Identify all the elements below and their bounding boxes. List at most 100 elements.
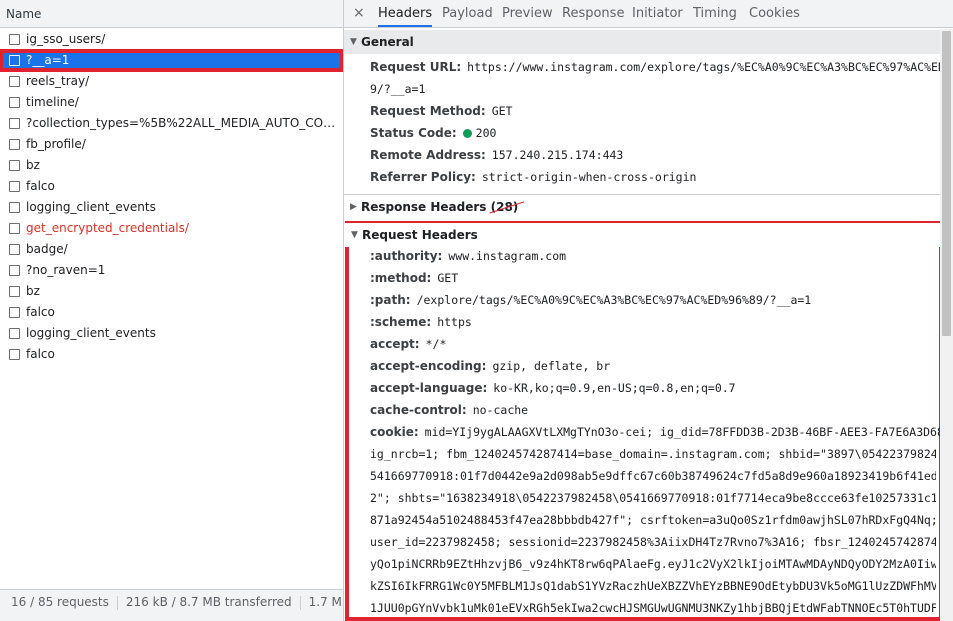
- remote-address-label: Remote Address:: [370, 148, 486, 162]
- accept-language-label: accept-language:: [370, 381, 488, 395]
- request-name: falco: [26, 347, 55, 361]
- cookie-label: cookie:: [370, 425, 419, 439]
- request-name: badge/: [26, 242, 68, 256]
- request-row[interactable]: ?collection_types=%5B%22ALL_MEDIA_AUTO_C…: [0, 113, 343, 134]
- request-details-panel: × Headers Payload Preview Response Initi…: [344, 0, 953, 621]
- request-method-value: GET: [491, 104, 513, 118]
- cookie-value-line: 541669770918:01f7d0442e9a2d098ab5e9dffc6…: [370, 469, 936, 483]
- tab-timing[interactable]: Timing: [693, 0, 737, 27]
- response-headers-title: Response Headers: [361, 200, 487, 214]
- request-row[interactable]: ?no_raven=1: [0, 260, 343, 281]
- authority-row: :authority: www.instagram.com: [370, 245, 940, 267]
- remote-address-row: Remote Address: 157.240.215.174:443: [370, 144, 940, 166]
- cookie-value-line: 2"; shbts="1638234918\0542237982458\0541…: [370, 491, 936, 505]
- request-row[interactable]: falco: [0, 176, 343, 197]
- request-row[interactable]: falco: [0, 344, 343, 365]
- network-status-bar: 16 / 85 requests 216 kB / 8.7 MB transfer…: [0, 589, 343, 621]
- request-row[interactable]: fb_profile/: [0, 134, 343, 155]
- accept-label: accept:: [370, 337, 420, 351]
- request-row[interactable]: bz: [0, 281, 343, 302]
- cookie-value-line: 871a92454a5102488453f47ea28bbbdb427f"; c…: [370, 513, 936, 527]
- request-row[interactable]: get_encrypted_credentials/: [0, 218, 343, 239]
- request-checkbox-icon[interactable]: [9, 244, 20, 255]
- name-column-header[interactable]: Name: [0, 0, 343, 28]
- accept-value: */*: [425, 337, 447, 351]
- request-headers-highlight-box: ▼ Request Headers :authority: www.instagr…: [345, 221, 940, 621]
- request-row[interactable]: logging_client_events: [0, 323, 343, 344]
- tab-response[interactable]: Response: [562, 0, 624, 27]
- authority-label: :authority:: [370, 249, 443, 263]
- cookie-row: cookie: mid=YIj9ygALAAGXVtLXMgTYnO3o-cei;…: [370, 421, 940, 443]
- request-method-label: Request Method:: [370, 104, 486, 118]
- resources-size: 1.7 MB / 14.: [308, 595, 343, 609]
- transferred-size: 216 kB / 8.7 MB transferred: [125, 595, 292, 609]
- status-code-label: Status Code:: [370, 126, 457, 140]
- path-value: /explore/tags/%EC%A0%9C%EC%A3%BC%EC%97%A…: [416, 293, 812, 307]
- request-name: falco: [26, 179, 55, 193]
- cookie-value-line: kZSI6IkFRRG1Wc0Y5MFBLM1JsQ1dabS1YVzRaczh…: [370, 579, 936, 593]
- cookie-value-line: mid=YIj9ygALAAGXVtLXMgTYnO3o-cei; ig_did…: [424, 425, 940, 439]
- details-tab-bar: × Headers Payload Preview Response Initi…: [344, 0, 953, 28]
- request-name: ?collection_types=%5B%22ALL_MEDIA_AUTO_C…: [26, 116, 339, 130]
- request-checkbox-icon[interactable]: [9, 286, 20, 297]
- request-name: ?no_raven=1: [26, 263, 106, 277]
- cache-control-value: no-cache: [472, 403, 529, 417]
- request-checkbox-icon[interactable]: [9, 328, 20, 339]
- general-section-header[interactable]: ▼ General: [344, 30, 940, 54]
- request-checkbox-icon[interactable]: [9, 307, 20, 318]
- request-row[interactable]: reels_tray/: [0, 71, 343, 92]
- scrollbar-thumb[interactable]: [942, 31, 951, 336]
- tab-headers[interactable]: Headers: [378, 0, 433, 27]
- cache-control-row: cache-control: no-cache: [370, 399, 940, 421]
- status-code-value: 200: [475, 126, 497, 140]
- request-row[interactable]: logging_client_events: [0, 197, 343, 218]
- request-checkbox-icon[interactable]: [9, 55, 20, 66]
- request-row[interactable]: timeline/: [0, 92, 343, 113]
- request-checkbox-icon[interactable]: [9, 181, 20, 192]
- cookie-value-line: 1JUU0pGYnVvbk1uMk01eEVxRGh5ekIwa2cwcHJSM…: [370, 601, 936, 615]
- headers-content: ▼ General Request URL: https://www.instag…: [344, 29, 940, 621]
- referrer-policy-label: Referrer Policy:: [370, 170, 476, 184]
- request-checkbox-icon[interactable]: [9, 349, 20, 360]
- request-checkbox-icon[interactable]: [9, 97, 20, 108]
- scheme-label: :scheme:: [370, 315, 432, 329]
- method-label: :method:: [370, 271, 432, 285]
- response-headers-section-header[interactable]: ▶ Response Headers (28): [344, 194, 940, 218]
- path-label: :path:: [370, 293, 411, 307]
- tab-payload[interactable]: Payload: [442, 0, 493, 27]
- details-scrollbar[interactable]: [940, 29, 953, 621]
- referrer-policy-row: Referrer Policy: strict-origin-when-cross…: [370, 166, 940, 188]
- tab-cookies[interactable]: Cookies: [749, 0, 800, 27]
- tab-initiator[interactable]: Initiator: [632, 0, 683, 27]
- collapsed-triangle-icon: ▶: [350, 202, 357, 212]
- cookie-value-line: user_id=2237982458; sessionid=2237982458…: [370, 535, 936, 549]
- remote-address-value: 157.240.215.174:443: [491, 148, 624, 162]
- referrer-policy-value: strict-origin-when-cross-origin: [481, 170, 697, 184]
- request-row[interactable]: badge/: [0, 239, 343, 260]
- request-name: ig_sso_users/: [26, 32, 106, 46]
- tab-preview[interactable]: Preview: [502, 0, 553, 27]
- cookie-value-line: yQo1piNCRRb9EZtHhzvjB6_v9z4hKT8rw6qPAlae…: [370, 557, 936, 571]
- request-checkbox-icon[interactable]: [9, 139, 20, 150]
- request-headers-section-header[interactable]: ▼ Request Headers: [345, 223, 940, 247]
- request-checkbox-icon[interactable]: [9, 223, 20, 234]
- request-checkbox-icon[interactable]: [9, 118, 20, 129]
- request-checkbox-icon[interactable]: [9, 265, 20, 276]
- accept-language-value: ko-KR,ko;q=0.9,en-US;q=0.8,en;q=0.7: [493, 381, 736, 395]
- request-row[interactable]: falco: [0, 302, 343, 323]
- request-row[interactable]: ig_sso_users/: [0, 29, 343, 50]
- request-checkbox-icon[interactable]: [9, 76, 20, 87]
- request-name: get_encrypted_credentials/: [26, 221, 189, 235]
- request-row[interactable]: ?__a=1: [0, 49, 343, 72]
- method-row: :method: GET: [370, 267, 940, 289]
- request-row[interactable]: bz: [0, 155, 343, 176]
- request-checkbox-icon[interactable]: [9, 160, 20, 171]
- accept-encoding-row: accept-encoding: gzip, deflate, br: [370, 355, 940, 377]
- accept-encoding-label: accept-encoding:: [370, 359, 487, 373]
- request-checkbox-icon[interactable]: [9, 202, 20, 213]
- close-icon[interactable]: ×: [353, 5, 365, 21]
- request-url-value: https://www.instagram.com/explore/tags/%…: [467, 60, 940, 74]
- authority-value: www.instagram.com: [448, 249, 567, 263]
- request-checkbox-icon[interactable]: [9, 34, 20, 45]
- request-count: 16 / 85 requests: [11, 595, 109, 609]
